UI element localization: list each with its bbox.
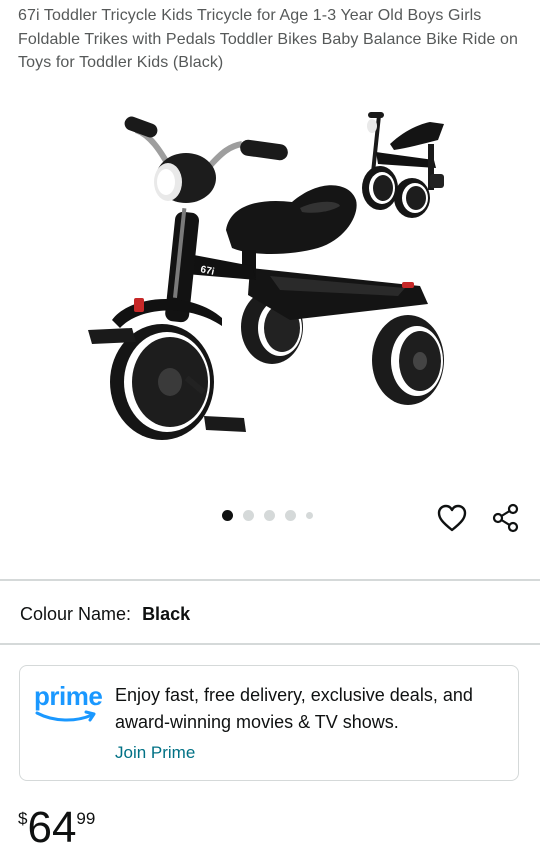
product-title: 67i Toddler Tricycle Kids Tricycle for A… <box>18 7 519 71</box>
join-prime-link[interactable]: Join Prime <box>115 743 195 763</box>
price-whole: 64 <box>27 803 77 852</box>
prime-smile-icon <box>35 710 96 722</box>
gallery-dot[interactable] <box>264 510 275 521</box>
heart-icon[interactable] <box>436 503 468 533</box>
price: $6499 <box>18 805 95 851</box>
gallery-dot[interactable] <box>243 510 254 521</box>
prime-logo-text: prime <box>34 681 103 711</box>
frame-brand-mark: 67i <box>199 264 215 278</box>
section-divider <box>0 579 540 581</box>
prime-promo-text: Enjoy fast, free delivery, exclusive dea… <box>115 685 473 732</box>
gallery-dot[interactable] <box>222 510 233 521</box>
price-symbol: $ <box>18 809 28 828</box>
section-divider <box>0 643 540 645</box>
tricycle-image: 67i <box>88 112 444 440</box>
colour-name-value: Black <box>142 604 191 624</box>
colour-name-row: Colour Name: Black <box>20 604 190 625</box>
gallery-dot[interactable] <box>285 510 296 521</box>
price-fraction: 99 <box>76 809 96 828</box>
prime-promo-card: prime Enjoy fast, free delivery, exclusi… <box>19 665 519 781</box>
colour-name-label: Colour Name: <box>20 604 132 624</box>
prime-logo: prime <box>34 682 106 728</box>
gallery-pagination[interactable] <box>222 510 313 521</box>
gallery-dot[interactable] <box>306 512 313 519</box>
share-icon[interactable] <box>490 502 522 534</box>
product-image-gallery[interactable]: 67i <box>0 90 540 500</box>
